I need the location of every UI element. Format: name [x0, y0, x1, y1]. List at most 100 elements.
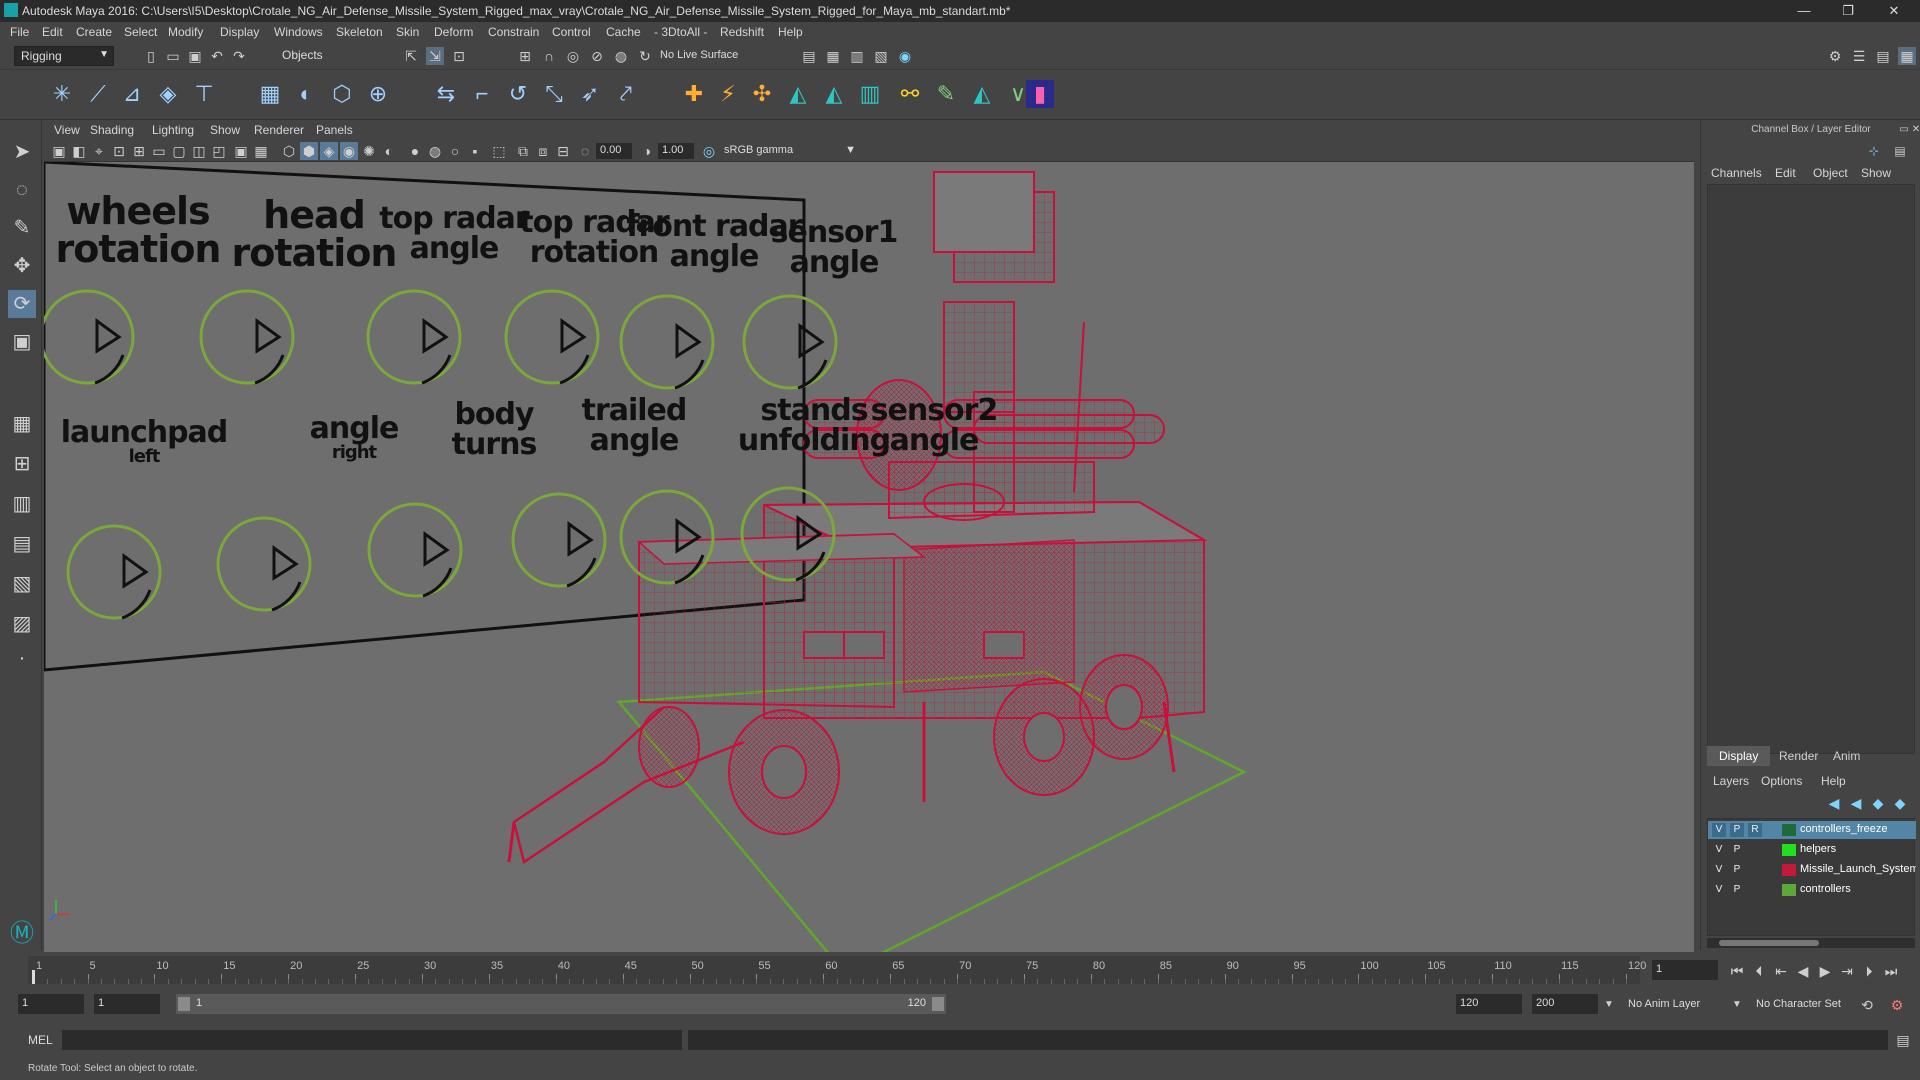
- viewport-panel[interactable]: View Shading Lighting Show Renderer Pane…: [44, 120, 1694, 952]
- ik-spline-icon[interactable]: ⊿: [118, 80, 146, 108]
- playback-end-field[interactable]: 120: [1456, 994, 1522, 1014]
- film-gate-icon[interactable]: ▭: [150, 142, 168, 160]
- move-tool-icon[interactable]: ✥: [8, 252, 36, 280]
- snap-point-icon[interactable]: ◎: [564, 47, 582, 65]
- image-plane-icon[interactable]: ⊡: [110, 142, 128, 160]
- layer-list-scrollbar[interactable]: [1707, 938, 1915, 948]
- scrollbar-thumb[interactable]: [1719, 940, 1819, 946]
- menu-modify[interactable]: Modify: [168, 25, 203, 39]
- new-scene-icon[interactable]: ▯: [142, 47, 160, 65]
- grid-icon[interactable]: ▥: [856, 80, 884, 108]
- color-space-dropdown[interactable]: sRGB gamma ▼: [720, 143, 860, 159]
- script-type-label[interactable]: MEL: [28, 1033, 53, 1047]
- rotation-controller[interactable]: [362, 285, 466, 389]
- scale-constraint-icon[interactable]: ⤡: [540, 80, 568, 108]
- menu-3dtoall[interactable]: - 3DtoAll -: [654, 25, 707, 39]
- new-layer-icon[interactable]: ◆: [1869, 794, 1887, 812]
- render-current-icon[interactable]: ▦: [824, 47, 842, 65]
- open-scene-icon[interactable]: ▭: [164, 47, 182, 65]
- menu-windows[interactable]: Windows: [274, 25, 323, 39]
- select-hierarchy-icon[interactable]: ⇱: [402, 47, 420, 65]
- channel-box-icon[interactable]: ▦: [1898, 47, 1916, 65]
- layer-playback-toggle[interactable]: P: [1730, 863, 1744, 877]
- menu-deform[interactable]: Deform: [434, 25, 473, 39]
- use-lights-icon[interactable]: ✺: [360, 142, 378, 160]
- go-to-start-icon[interactable]: ⏮: [1728, 962, 1746, 980]
- layer-row[interactable]: V P controllers: [1708, 881, 1916, 899]
- exposure-icon[interactable]: ◌: [576, 142, 594, 160]
- chevron-down-icon[interactable]: ▼: [1600, 996, 1618, 1014]
- range-bar[interactable]: 1 120: [176, 994, 946, 1014]
- persp-graph-icon[interactable]: ▧: [8, 570, 36, 598]
- layer-playback-toggle[interactable]: P: [1730, 823, 1744, 837]
- auto-key-icon[interactable]: ⟲: [1858, 996, 1876, 1014]
- scene-view[interactable]: wheels rotation head rotation top radar angle…: [44, 160, 1694, 952]
- tool-settings-icon[interactable]: ▤: [1874, 47, 1892, 65]
- attribute-editor-icon[interactable]: ☰: [1850, 47, 1868, 65]
- rotation-controller[interactable]: [736, 482, 840, 586]
- close-button[interactable]: ✕: [1876, 2, 1912, 20]
- attribute-display-icon[interactable]: ▤: [1891, 142, 1909, 160]
- chart-icon[interactable]: ▮: [1026, 80, 1054, 108]
- lattice-icon[interactable]: ⬡: [328, 80, 356, 108]
- side-by-side-icon[interactable]: ▥: [8, 490, 36, 518]
- xray-icon[interactable]: ●: [406, 142, 424, 160]
- menu-skin[interactable]: Skin: [396, 25, 419, 39]
- menu-file[interactable]: File: [10, 25, 29, 39]
- script-m3-icon[interactable]: ◭: [968, 80, 996, 108]
- multisample-icon[interactable]: ⧈: [534, 142, 552, 160]
- rotation-controller[interactable]: [738, 290, 842, 394]
- field-chart-icon[interactable]: ◰: [210, 142, 228, 160]
- rotation-controller[interactable]: [212, 512, 316, 616]
- cb-menu-channels[interactable]: Channels: [1711, 166, 1762, 180]
- persp-outliner-icon[interactable]: ▤: [8, 530, 36, 558]
- undo-icon[interactable]: ↶: [208, 47, 226, 65]
- select-tool-icon[interactable]: ➤: [8, 138, 36, 166]
- anim-layer-dropdown[interactable]: No Anim Layer: [1628, 998, 1700, 1010]
- menu-display[interactable]: Display: [220, 25, 259, 39]
- color-management-icon[interactable]: ◎: [700, 142, 718, 160]
- end-time-field[interactable]: 200: [1532, 994, 1598, 1014]
- cluster-icon[interactable]: ⊕: [364, 80, 392, 108]
- camera-attr-icon[interactable]: ◧: [70, 142, 88, 160]
- redo-icon[interactable]: ↷: [230, 47, 248, 65]
- rotation-controller[interactable]: [507, 488, 611, 592]
- four-view-icon[interactable]: ⊞: [8, 450, 36, 478]
- step-forward-icon[interactable]: ⏵: [1860, 962, 1878, 980]
- resolution-gate-icon[interactable]: ▢: [170, 142, 188, 160]
- aim-constraint-icon[interactable]: ➶: [576, 80, 604, 108]
- make-live-icon[interactable]: ↻: [636, 47, 654, 65]
- mode-dropdown[interactable]: Rigging ▼: [14, 46, 114, 66]
- modeling-toolkit-icon[interactable]: ⚙: [1826, 47, 1844, 65]
- vp-menu-panels[interactable]: Panels: [316, 123, 353, 137]
- ipr-render-icon[interactable]: ▥: [848, 47, 866, 65]
- cb-menu-show[interactable]: Show: [1861, 166, 1891, 180]
- point-constraint-icon[interactable]: ⌐: [468, 80, 496, 108]
- layer-color-swatch[interactable]: [1782, 884, 1796, 896]
- current-frame-field[interactable]: 1: [1652, 960, 1718, 980]
- scale-tool-icon[interactable]: ▣: [8, 328, 36, 356]
- layer-display-type-toggle[interactable]: [1748, 863, 1762, 877]
- channel-box-content[interactable]: [1707, 184, 1915, 754]
- vp-menu-shading[interactable]: Shading: [90, 123, 134, 137]
- layer-display-type-toggle[interactable]: R: [1748, 823, 1762, 837]
- time-slider-track[interactable]: 1 5 10 15 20 25 30 35 40 45 50 55 60 65 70 75 80 85 90 95 10…: [28, 956, 1646, 984]
- layer-display-type-toggle[interactable]: [1748, 843, 1762, 857]
- motion-blur-icon[interactable]: ⧉: [514, 142, 532, 160]
- command-input[interactable]: [62, 1030, 682, 1050]
- safe-action-icon[interactable]: ▣: [232, 142, 250, 160]
- locator-icon[interactable]: ✚: [680, 80, 708, 108]
- lasso-tool-icon[interactable]: ◌: [8, 176, 36, 204]
- selection-mode-dropdown[interactable]: Objects: [276, 46, 376, 66]
- rotation-controller[interactable]: [62, 520, 166, 624]
- joint-tool-icon[interactable]: ✳: [48, 80, 76, 108]
- menu-edit[interactable]: Edit: [42, 25, 63, 39]
- step-back-icon[interactable]: ⏴: [1750, 962, 1768, 980]
- step-back-key-icon[interactable]: ⇤: [1772, 962, 1790, 980]
- bezier-icon[interactable]: ✣: [748, 80, 776, 108]
- script-editor-icon[interactable]: ▤: [1894, 1031, 1912, 1049]
- rotate-tool-icon[interactable]: ⟳: [8, 290, 36, 318]
- persp-hypershade-icon[interactable]: ▨: [8, 610, 36, 638]
- gamma-icon[interactable]: ◑: [638, 142, 656, 160]
- rotation-controller[interactable]: [615, 290, 719, 394]
